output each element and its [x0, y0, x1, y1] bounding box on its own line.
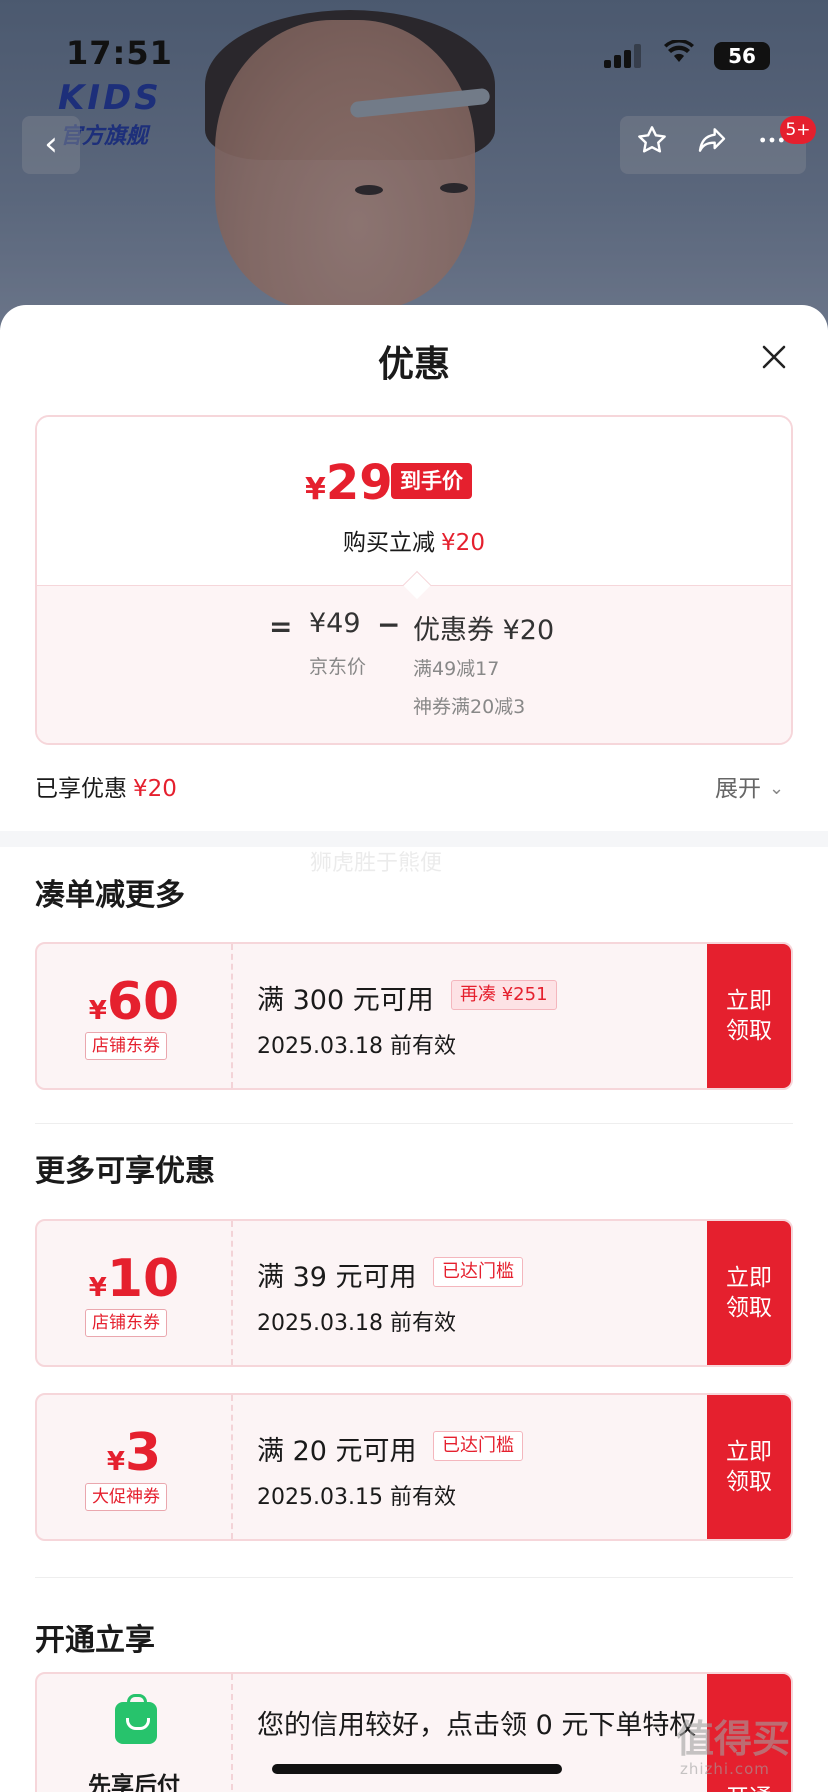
coupon-condition: 满 20 元可用: [257, 1436, 417, 1467]
section-title-more: 更多可享优惠: [35, 1154, 215, 1189]
coupon-value: ¥60: [88, 972, 180, 1032]
chevron-down-icon: ⌄: [769, 778, 785, 799]
claim-button[interactable]: 立即领取: [707, 1395, 791, 1539]
coupon-value: ¥3: [106, 1423, 162, 1483]
bnpl-title: 先享后付: [88, 1773, 180, 1792]
close-button[interactable]: [754, 337, 794, 377]
coupon-condition: 满 300 元可用: [257, 985, 434, 1016]
minus-sign: −: [377, 608, 401, 641]
watermark-text: 狮虎胜于熊便: [310, 851, 443, 876]
coupon-type: 店铺东券: [85, 1309, 167, 1337]
coupon-card: ¥60 店铺东券 满 300 元可用 再凑 ¥251 2025.03.18 前有…: [35, 942, 793, 1090]
share-icon[interactable]: [692, 124, 732, 166]
coupon-validity: 2025.03.18 前有效: [257, 1311, 456, 1336]
instant-discount-line: 购买立减 ¥20: [343, 530, 485, 556]
coupon-detail: 满49减17: [413, 658, 500, 680]
shopping-bag-icon: [115, 1694, 157, 1744]
coupon-type: 店铺东券: [85, 1032, 167, 1060]
section-title-combo: 凑单减更多: [35, 878, 185, 913]
corner-watermark-sub: zhizhi.com: [680, 1760, 770, 1778]
claim-button[interactable]: 立即领取: [707, 944, 791, 1088]
expand-button[interactable]: 展开 ⌄: [715, 769, 784, 803]
price-breakdown-card: ¥29 到手价 购买立减 ¥20 = ¥49 京东价 − 优惠券 ¥20 满49减…: [35, 415, 793, 745]
separator: [35, 1577, 793, 1578]
corner-watermark: 值得买: [676, 1717, 791, 1761]
coupon-tag: 再凑 ¥251: [451, 980, 557, 1010]
notification-badge: 5+: [780, 116, 816, 144]
price-summary: ¥29 到手价 购买立减 ¥20: [37, 417, 791, 585]
coupon-value-area: ¥10 店铺东券: [37, 1221, 231, 1365]
jd-price: ¥49: [309, 608, 361, 639]
coupon-card: ¥3 大促神券 满 20 元可用 已达门槛 2025.03.15 前有效 立即领…: [35, 1393, 793, 1541]
brand-logo: KIDS: [58, 78, 162, 118]
jd-price-label: 京东价: [309, 656, 367, 678]
claim-button[interactable]: 立即领取: [707, 1221, 791, 1365]
coupon-detail: 神券满20减3: [413, 696, 526, 718]
bnpl-logo-area: 先享后付: [37, 1674, 231, 1792]
coupon-tag: 已达门槛: [433, 1431, 523, 1461]
coupon-validity: 2025.03.15 前有效: [257, 1485, 456, 1510]
bnpl-description: 您的信用较好，点击领 0 元下单特权: [257, 1710, 697, 1741]
coupon-perforation: [231, 1674, 233, 1792]
coupon-validity: 2025.03.18 前有效: [257, 1034, 456, 1059]
battery-icon: 56: [714, 42, 770, 70]
status-time: 17:51: [66, 34, 173, 72]
home-indicator: [272, 1764, 562, 1774]
close-icon: [762, 345, 786, 369]
coupon-value-area: ¥60 店铺东券: [37, 944, 231, 1088]
final-price: ¥29: [305, 455, 393, 511]
final-price-tag: 到手价: [391, 463, 472, 499]
coupon-perforation: [231, 1395, 233, 1539]
cellular-signal-icon: [604, 44, 644, 68]
separator: [35, 1123, 793, 1124]
enjoyed-discount: 已享优惠 ¥20: [35, 776, 177, 802]
star-icon[interactable]: [632, 124, 672, 166]
coupon-type: 大促神券: [85, 1483, 167, 1511]
sheet-title: 优惠: [377, 344, 450, 385]
coupon-perforation: [231, 944, 233, 1088]
back-button[interactable]: ‹: [22, 116, 80, 174]
equals-sign: =: [269, 610, 293, 643]
chevron-left-icon: ‹: [44, 124, 58, 164]
coupon-value: ¥10: [88, 1249, 180, 1309]
section-title-open: 开通立享: [35, 1623, 155, 1658]
coupon-value-area: ¥3 大促神券: [37, 1395, 231, 1539]
price-calculation: = ¥49 京东价 − 优惠券 ¥20 满49减17 神券满20减3: [37, 585, 791, 743]
wifi-icon: [664, 39, 694, 71]
coupon-condition: 满 39 元可用: [257, 1262, 417, 1293]
discount-sheet: 优惠 ¥29 到手价 购买立减 ¥20 = ¥49 京东价 − 优惠券 ¥20 满…: [0, 305, 828, 1792]
nav-action-group: [620, 116, 806, 174]
coupon-perforation: [231, 1221, 233, 1365]
coupon-tag: 已达门槛: [433, 1257, 523, 1287]
coupon-total: 优惠券 ¥20: [413, 615, 555, 646]
coupon-card: ¥10 店铺东券 满 39 元可用 已达门槛 2025.03.18 前有效 立即…: [35, 1219, 793, 1367]
